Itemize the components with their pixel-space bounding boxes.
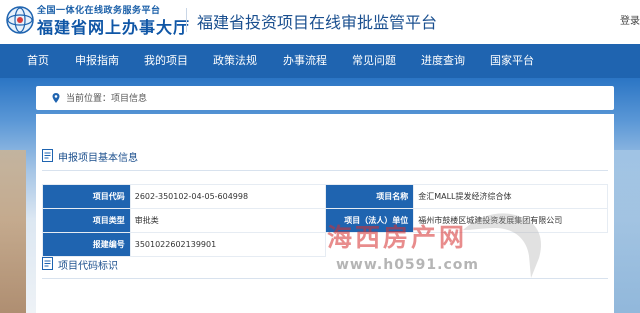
hero-building-right (612, 150, 640, 313)
project-name-label: 项目名称 (325, 184, 415, 209)
breadcrumb-text: 当前位置：项目信息 (66, 94, 148, 104)
login-link[interactable]: 登录 (620, 12, 640, 27)
nav-item-process[interactable]: 办事流程 (283, 44, 327, 78)
watermark-url: www.h0591.com (336, 257, 479, 273)
logo-title[interactable]: 福建省网上办事大厅 (37, 14, 190, 38)
basic-info-title: 申报项目基本信息 (58, 153, 138, 164)
main-nav: 首页 申报指南 我的项目 政策法规 办事流程 常见问题 进度查询 国家平台 (0, 44, 640, 78)
watermark-brand: 海西房产网 (327, 223, 468, 252)
breadcrumb: 当前位置：项目信息 (36, 86, 614, 110)
emblem-icon (6, 6, 34, 34)
code-id-title: 项目代码标识 (58, 261, 118, 272)
document-icon (42, 257, 53, 270)
report-number-value: 3501022602139901 (129, 232, 327, 257)
nav-item-my-projects[interactable]: 我的项目 (144, 44, 188, 78)
project-type-label: 项目类型 (42, 208, 131, 233)
nav-item-progress[interactable]: 进度查询 (421, 44, 465, 78)
section-divider (42, 170, 608, 171)
project-code-value: 2602-350102-04-05-604998 (129, 184, 327, 209)
nav-item-guide[interactable]: 申报指南 (75, 44, 119, 78)
nav-item-home[interactable]: 首页 (27, 44, 49, 78)
document-icon (42, 149, 53, 162)
project-type-value: 审批类 (129, 208, 327, 233)
site-header: 全国一体化在线政务服务平台 福建省网上办事大厅 福建省投资项目在线审批监管平台 … (0, 0, 640, 44)
report-number-label: 报建编号 (42, 232, 131, 257)
project-code-label: 项目代码 (42, 184, 131, 209)
nav-item-national[interactable]: 国家平台 (490, 44, 534, 78)
platform-title: 福建省投资项目在线审批监管平台 (197, 13, 438, 32)
nav-item-faq[interactable]: 常见问题 (352, 44, 396, 78)
header-divider (186, 8, 187, 32)
location-pin-icon (52, 93, 60, 103)
hero-building-left (0, 150, 26, 313)
basic-info-header: 申报项目基本信息 (42, 146, 608, 168)
nav-item-policies[interactable]: 政策法规 (213, 44, 257, 78)
